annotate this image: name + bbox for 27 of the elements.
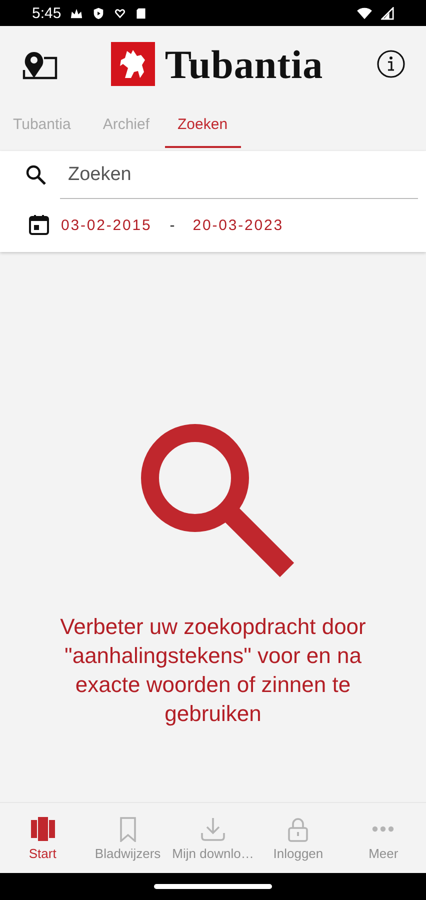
nav-item[interactable]: Meer: [340, 803, 426, 873]
tab[interactable]: Archief: [90, 102, 163, 148]
signal-icon: [381, 6, 394, 20]
nav-item[interactable]: Mijn downlo…: [170, 803, 256, 873]
wifi-icon: [357, 6, 372, 20]
date-from[interactable]: 03-02-2015: [61, 216, 152, 234]
shield-icon: [92, 6, 106, 20]
tab[interactable]: Zoeken: [164, 102, 241, 148]
sd-card-icon: [135, 6, 148, 20]
logo-icon: [110, 42, 155, 86]
nav-item[interactable]: Bladwijzers: [85, 803, 170, 873]
hint-text: Verbeter uw zoekopdracht door "aanhalingstekens" voor en na exacte woorden of zinnen te gebruiken: [59, 613, 367, 728]
pages-icon: [28, 816, 57, 842]
date-to[interactable]: 20-03-2023: [192, 216, 284, 234]
brand-title: Tubantia: [164, 40, 324, 88]
date-separator: -: [170, 216, 175, 234]
tab[interactable]: Tubantia: [0, 102, 84, 148]
more-icon: [372, 826, 394, 832]
heart-icon: [114, 7, 126, 19]
calendar-icon[interactable]: [27, 213, 51, 237]
download-icon: [199, 816, 227, 842]
search-icon: [24, 163, 48, 187]
status-time: 5:45: [32, 4, 62, 22]
nav-item[interactable]: Start: [0, 803, 86, 873]
nav-item[interactable]: Inloggen: [256, 803, 341, 873]
info-icon[interactable]: [376, 49, 406, 79]
crown-icon: [70, 6, 84, 20]
